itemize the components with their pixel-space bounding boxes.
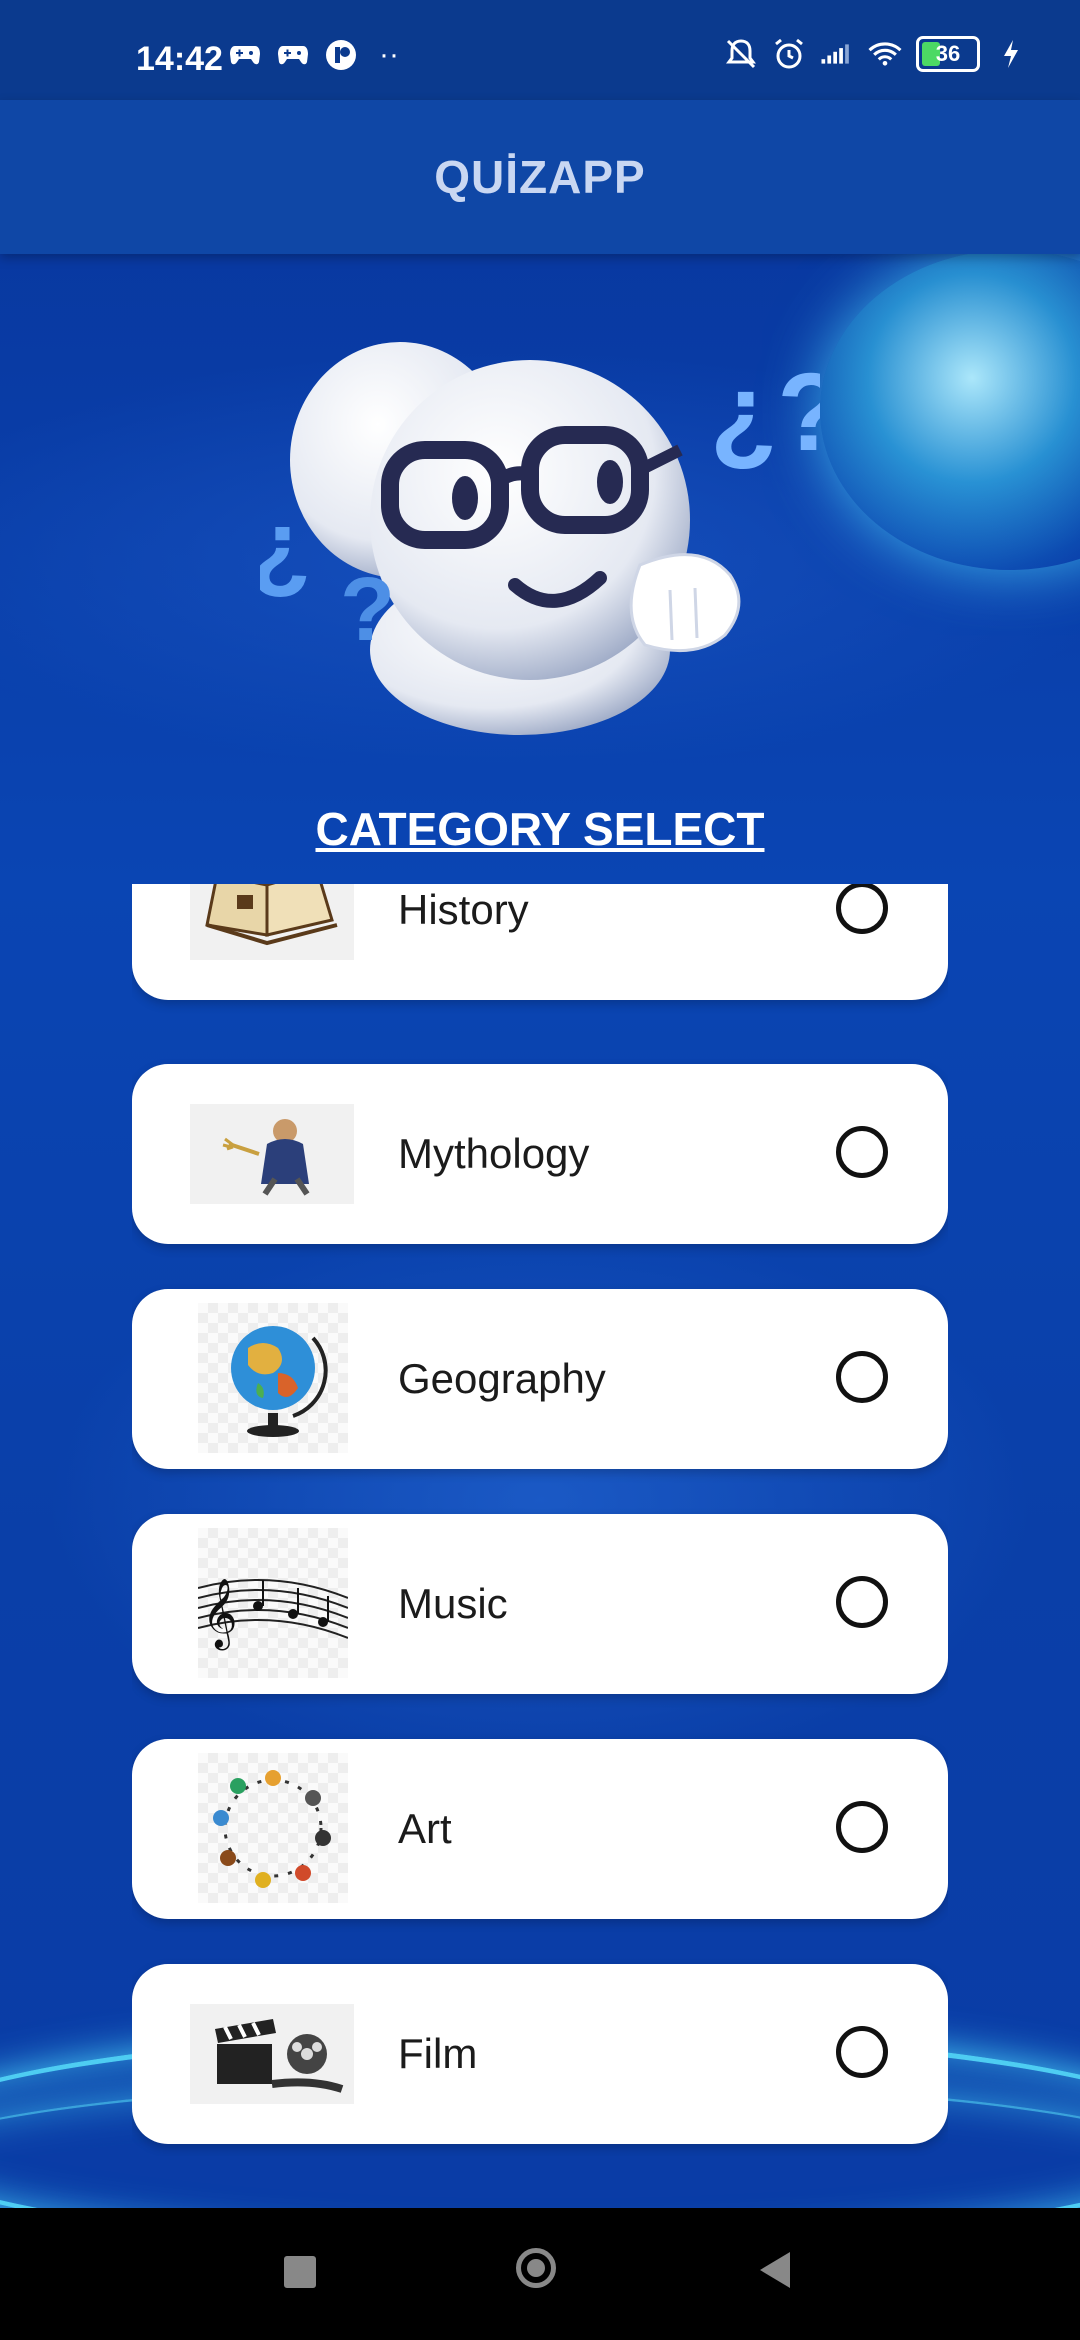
category-item-mythology[interactable]: Mythology — [132, 1064, 948, 1244]
game-controller-icon — [276, 38, 310, 72]
status-bar: 14:42 ·· 36 — [0, 0, 1080, 100]
mute-bell-icon — [724, 37, 758, 71]
poseidon-icon — [190, 1104, 354, 1204]
status-left-icons: ·· — [228, 38, 406, 72]
globe-icon — [198, 1303, 348, 1453]
status-right-icons: 36 — [724, 36, 1028, 72]
art-tools-circle-icon — [198, 1753, 348, 1903]
svg-text:¿?: ¿? — [710, 351, 820, 474]
open-book-icon — [190, 884, 354, 960]
radio-history[interactable] — [836, 884, 888, 934]
category-label-history: History — [398, 886, 529, 933]
more-dots-icon: ·· — [379, 38, 399, 71]
music-notes-icon: 𝄞 — [198, 1528, 348, 1678]
back-triangle-icon[interactable] — [760, 2252, 790, 2288]
film-clapper-icon — [190, 2004, 354, 2104]
category-item-history[interactable]: History — [132, 884, 948, 1000]
app-notification-icon — [324, 38, 358, 72]
category-list[interactable]: History Mythology Geography 𝄞 Music Art … — [132, 884, 948, 2156]
digital-globe-decoration — [820, 250, 1080, 570]
battery-level: 36 — [935, 41, 961, 66]
status-time: 14:42 — [136, 40, 223, 78]
radio-mythology[interactable] — [836, 1126, 888, 1178]
svg-text:¿: ¿ — [260, 490, 311, 602]
svg-text:𝄞: 𝄞 — [202, 1578, 237, 1650]
charging-icon — [994, 37, 1028, 71]
radio-geography[interactable] — [836, 1351, 888, 1403]
wifi-icon — [868, 37, 902, 71]
category-label-geography: Geography — [398, 1355, 606, 1402]
svg-text:?: ? — [340, 560, 395, 660]
system-nav-bar — [0, 2208, 1080, 2340]
alarm-icon — [772, 37, 806, 71]
recents-square-icon[interactable] — [284, 2256, 316, 2288]
app-title: QUİZAPP — [434, 151, 646, 203]
game-controller-icon — [228, 38, 262, 72]
category-label-art: Art — [398, 1805, 452, 1852]
radio-music[interactable] — [836, 1576, 888, 1628]
category-label-film: Film — [398, 2030, 478, 2077]
battery-icon: 36 — [916, 36, 980, 72]
category-item-music[interactable]: 𝄞 Music — [132, 1514, 948, 1694]
radio-art[interactable] — [836, 1801, 888, 1853]
thinking-mascot-icon: ¿? ¿ ? — [250, 320, 844, 740]
category-item-geography[interactable]: Geography — [132, 1289, 948, 1469]
category-item-art[interactable]: Art — [132, 1739, 948, 1919]
radio-film[interactable] — [836, 2026, 888, 2078]
category-select-title: CATEGORY SELECT — [315, 803, 765, 855]
signal-icon — [820, 37, 854, 71]
app-bar: QUİZAPP — [0, 100, 1080, 254]
home-circle-icon[interactable] — [516, 2248, 556, 2288]
category-label-mythology: Mythology — [398, 1130, 590, 1177]
category-item-film[interactable]: Film — [132, 1964, 948, 2144]
category-label-music: Music — [398, 1580, 508, 1627]
